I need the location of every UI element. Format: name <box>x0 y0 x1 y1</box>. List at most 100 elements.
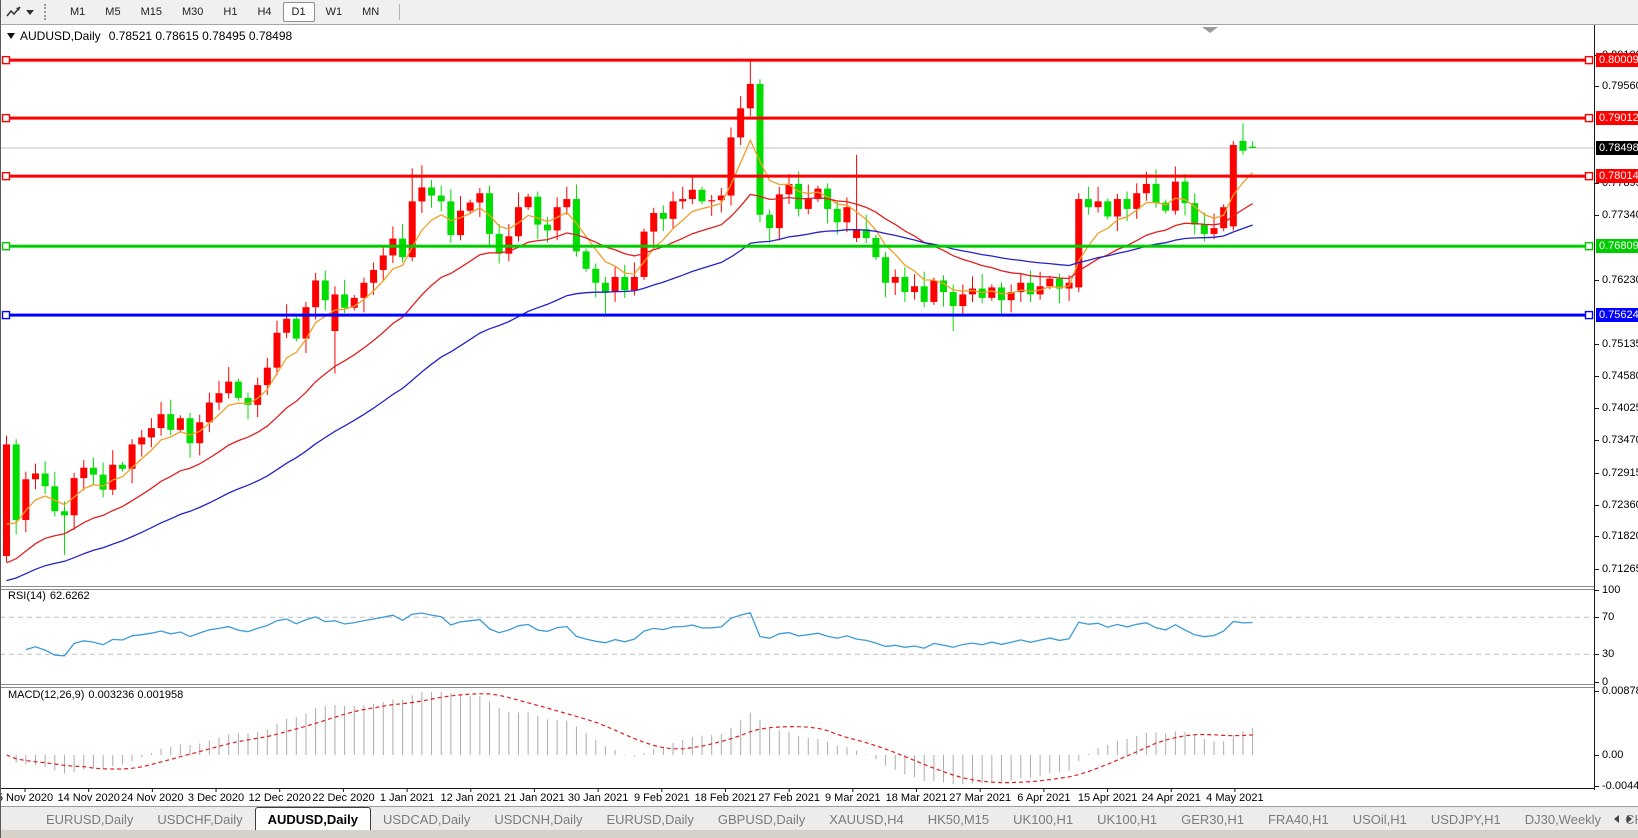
axis-tick-mark <box>1595 215 1599 216</box>
axis-tick-mark <box>1595 376 1599 377</box>
line-anchor[interactable] <box>3 115 10 122</box>
rsi-tick-mark <box>1595 617 1599 618</box>
timeframe-button-m1[interactable]: M1 <box>61 2 94 22</box>
chart-tab-uk100-h1[interactable]: UK100,H1 <box>1001 807 1085 831</box>
chart-tab-ger30-h1[interactable]: GER30,H1 <box>1169 807 1256 831</box>
triangle-left-icon[interactable] <box>1614 815 1619 823</box>
status-bar <box>0 830 1638 838</box>
chart-tab-audusd-daily[interactable]: AUDUSD,Daily <box>255 807 371 831</box>
chart-tab-usoil-h1[interactable]: USOil,H1 <box>1341 807 1419 831</box>
price-tick-0.77340: 0.77340 <box>1602 209 1638 221</box>
chart-title: AUDUSD,Daily 0.78521 0.78615 0.78495 0.7… <box>7 29 292 43</box>
rsi-tick-mark <box>1595 682 1599 683</box>
axis-tick-mark <box>1595 183 1599 184</box>
rsi-tick-mark <box>1595 590 1599 591</box>
chart-tab-eurusd-daily[interactable]: EURUSD,Daily <box>34 807 145 831</box>
triangle-down-icon[interactable] <box>7 33 15 39</box>
tab-scroll-controls <box>1614 807 1632 831</box>
current-price-badge: 0.78498 <box>1596 141 1638 155</box>
timeframe-button-mn[interactable]: MN <box>353 2 388 22</box>
timeframe-button-m15[interactable]: M15 <box>132 2 171 22</box>
line-anchor[interactable] <box>1586 173 1593 180</box>
timeframe-button-h4[interactable]: H4 <box>248 2 280 22</box>
macd-tick-mark <box>1595 786 1599 787</box>
macd-tick-0.00: 0.00 <box>1602 749 1623 761</box>
line-anchor[interactable] <box>3 243 10 250</box>
chart-cursor-icon[interactable] <box>4 3 24 21</box>
chart-tab-usdcad-daily[interactable]: USDCAD,Daily <box>371 807 482 831</box>
macd-name: MACD(12,26,9) <box>8 689 84 701</box>
date-label-9-mar-2021: 9 Mar 2021 <box>825 792 881 804</box>
price-tick-0.73470: 0.73470 <box>1602 434 1638 446</box>
axis-tick-mark <box>1595 86 1599 87</box>
chart-tab-dj30-weekly[interactable]: DJ30,Weekly <box>1513 807 1613 831</box>
line-anchor[interactable] <box>1586 312 1593 319</box>
axis-tick-mark <box>1595 280 1599 281</box>
chart-tab-usdcnh-daily[interactable]: USDCNH,Daily <box>482 807 594 831</box>
macd-tick-0.008782: 0.008782 <box>1602 685 1638 697</box>
rsi-value: 62.6262 <box>50 590 90 602</box>
timeframe-buttons: M1M5M15M30H1H4D1W1MN <box>60 0 389 24</box>
chart-tab-hk50-m15[interactable]: HK50,M15 <box>916 807 1001 831</box>
price-tick-0.71265: 0.71265 <box>1602 563 1638 575</box>
price-axis: 0.801000.795600.778950.773400.762300.751… <box>1594 24 1638 790</box>
line-anchor[interactable] <box>1586 243 1593 250</box>
macd-tick-mark <box>1595 691 1599 692</box>
date-label-14-nov-2020: 14 Nov 2020 <box>57 792 119 804</box>
date-label-18-feb-2021: 18 Feb 2021 <box>695 792 757 804</box>
line-anchor[interactable] <box>3 312 10 319</box>
price-tick-0.74025: 0.74025 <box>1602 402 1638 414</box>
triangle-right-icon[interactable] <box>1627 815 1632 823</box>
rsi-tick-70: 70 <box>1602 611 1614 623</box>
date-label-15-apr-2021: 15 Apr 2021 <box>1078 792 1137 804</box>
date-label-27-feb-2021: 27 Feb 2021 <box>758 792 820 804</box>
timeframe-button-m30[interactable]: M30 <box>173 2 212 22</box>
axis-tick-mark <box>1595 344 1599 345</box>
timeframe-button-h1[interactable]: H1 <box>214 2 246 22</box>
time-axis: 5 Nov 202014 Nov 202024 Nov 20203 Dec 20… <box>0 791 1594 806</box>
date-label-18-mar-2021: 18 Mar 2021 <box>886 792 948 804</box>
axis-tick-mark <box>1595 569 1599 570</box>
line-anchor[interactable] <box>3 57 10 64</box>
timeframe-button-m5[interactable]: M5 <box>96 2 129 22</box>
line-anchor[interactable] <box>3 173 10 180</box>
axis-tick-mark <box>1595 440 1599 441</box>
date-label-24-nov-2020: 24 Nov 2020 <box>121 792 183 804</box>
chart-canvas[interactable] <box>0 24 1594 796</box>
price-tick-0.79560: 0.79560 <box>1602 80 1638 92</box>
price-line-badge-0.79012: 0.79012 <box>1596 111 1638 125</box>
date-label-9-feb-2021: 9 Feb 2021 <box>634 792 690 804</box>
window-left-border <box>0 0 1 838</box>
date-label-12-dec-2020: 12 Dec 2020 <box>249 792 311 804</box>
chart-tab-gbpusd-daily[interactable]: GBPUSD,Daily <box>706 807 817 831</box>
macd-tick-mark <box>1595 755 1599 756</box>
date-label-5-nov-2020: 5 Nov 2020 <box>0 792 53 804</box>
axis-tick-mark <box>1595 408 1599 409</box>
chart-tab-usdchf-daily[interactable]: USDCHF,Daily <box>145 807 254 831</box>
axis-tick-mark <box>1595 473 1599 474</box>
chart-tab-usdjpy-h1[interactable]: USDJPY,H1 <box>1419 807 1513 831</box>
chart-tab-uk100-h1[interactable]: UK100,H1 <box>1085 807 1169 831</box>
date-label-30-jan-2021: 30 Jan 2021 <box>568 792 629 804</box>
timeframe-button-w1[interactable]: W1 <box>317 2 352 22</box>
date-label-12-jan-2021: 12 Jan 2021 <box>440 792 501 804</box>
price-tick-0.71820: 0.71820 <box>1602 530 1638 542</box>
toolbar-grip <box>44 4 52 20</box>
price-line-badge-0.78014: 0.78014 <box>1596 169 1638 183</box>
date-label-21-jan-2021: 21 Jan 2021 <box>504 792 565 804</box>
chart-tab-eurusd-daily[interactable]: EURUSD,Daily <box>594 807 705 831</box>
timeframe-button-d1[interactable]: D1 <box>283 2 315 22</box>
date-label-27-mar-2021: 27 Mar 2021 <box>949 792 1011 804</box>
chart-tab-xauusd-h4[interactable]: XAUUSD,H4 <box>817 807 915 831</box>
toolbar-separator <box>399 4 400 20</box>
line-anchor[interactable] <box>1586 115 1593 122</box>
axis-tick-mark <box>1595 505 1599 506</box>
rsi-tick-100: 100 <box>1602 584 1620 596</box>
macd-values: 0.003236 0.001958 <box>88 689 183 701</box>
chart-tab-fra40-h1[interactable]: FRA40,H1 <box>1256 807 1341 831</box>
chevron-down-icon[interactable] <box>26 10 34 15</box>
line-anchor[interactable] <box>1586 57 1593 64</box>
chart-tabs: EURUSD,DailyUSDCHF,DailyAUDUSD,DailyUSDC… <box>0 807 1638 831</box>
price-tick-0.76230: 0.76230 <box>1602 274 1638 286</box>
macd-tick--0.004451: -0.004451 <box>1602 780 1638 792</box>
